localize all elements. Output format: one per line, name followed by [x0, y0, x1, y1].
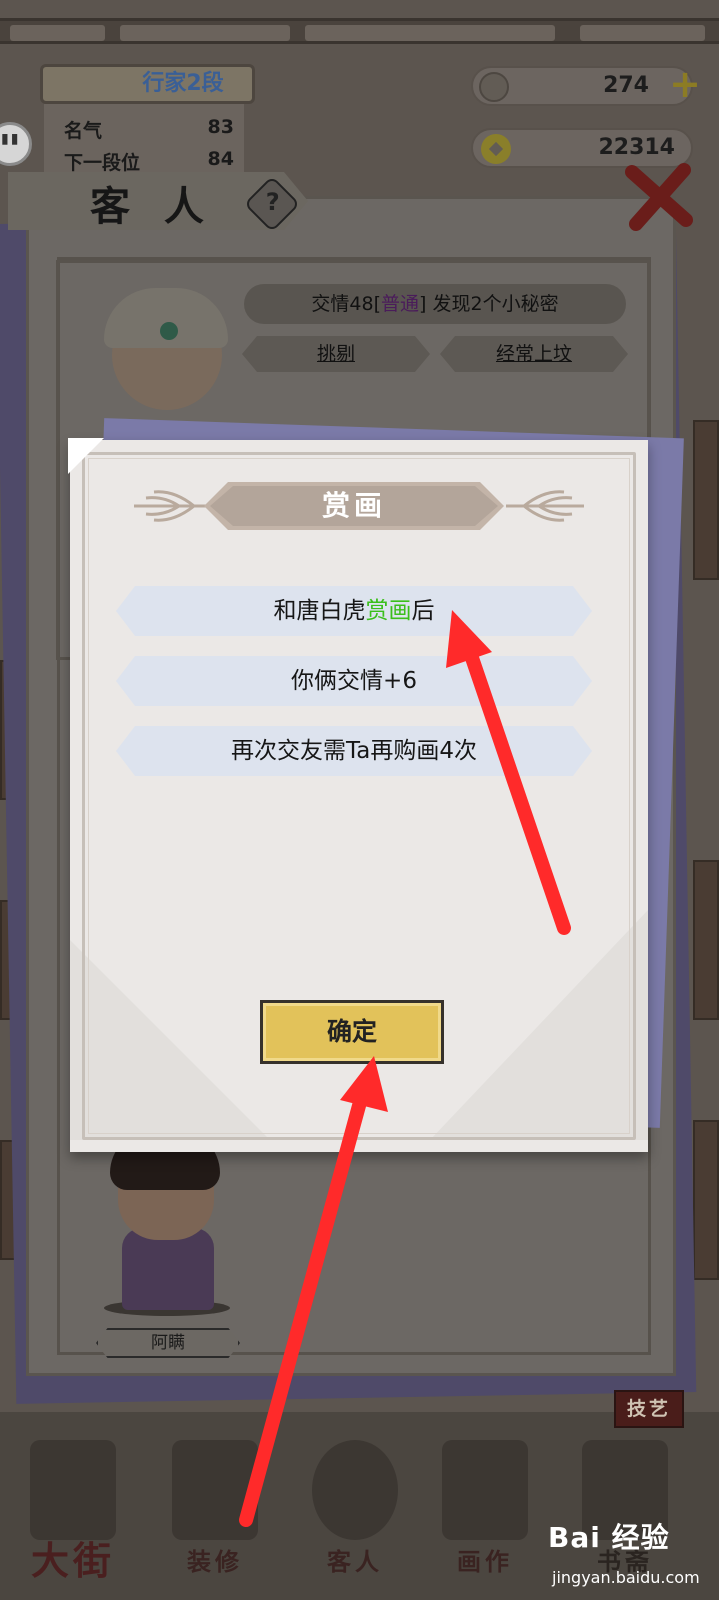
help-symbol: ? — [265, 187, 280, 216]
message-highlight: 赏画 — [365, 598, 412, 624]
guest-hat-gem — [160, 322, 178, 340]
guest-name-tag[interactable]: 阿瞒 — [96, 1328, 240, 1358]
friendship-prefix: 交情48[ — [311, 293, 382, 315]
right-shelf — [693, 420, 719, 580]
appreciate-painting-dialog: 赏画 和唐白虎赏画后 你俩交情+6 再次交友需Ta再购画4次 确定 — [68, 438, 648, 1152]
confirm-button[interactable]: 确定 — [260, 1000, 444, 1064]
nav-guests-label: 客人 — [327, 1548, 383, 1576]
jade-counter[interactable]: 274 + — [471, 64, 701, 106]
panel-title: 客 人 — [90, 184, 214, 230]
friendship-info: 交情48[普通] 发现2个小秘密 — [244, 284, 626, 324]
rarity-label: 普通 — [381, 293, 420, 315]
fame-value: 83 — [207, 116, 234, 138]
guest-body — [122, 1228, 214, 1310]
message-line: 你俩交情+6 — [116, 656, 592, 706]
friendship-suffix: ] 发现2个小秘密 — [419, 293, 559, 315]
watermark-brand: Bai 经验 — [548, 1521, 670, 1554]
jade-amount: 274 — [603, 73, 649, 98]
nav-decorate[interactable]: 装修 — [160, 1430, 270, 1590]
nav-decorate-label: 装修 — [187, 1548, 243, 1576]
nav-street-label: 大街 — [30, 1539, 115, 1583]
trait-grave-visit[interactable]: 经常上坟 — [440, 336, 628, 372]
rank-badge[interactable]: 行家2段 — [40, 64, 255, 104]
next-rank-value: 84 — [207, 148, 234, 170]
fame-label: 名气 — [64, 120, 103, 142]
next-rank-label: 下一段位 — [64, 152, 141, 174]
nav-guests[interactable]: 客人 — [300, 1430, 410, 1590]
baidu-watermark: Bai 经验 jingyan.baidu.com — [548, 1516, 718, 1600]
trait-picky[interactable]: 挑剔 — [242, 336, 430, 372]
close-icon[interactable] — [624, 162, 696, 234]
skill-tab[interactable]: 技艺 — [614, 1390, 684, 1428]
message-line: 再次交友需Ta再购画4次 — [116, 726, 592, 776]
message-line: 和唐白虎赏画后 — [116, 586, 592, 636]
message-suffix: 后 — [411, 598, 435, 624]
coin-amount: 22314 — [598, 135, 675, 160]
right-shelf — [693, 860, 719, 1020]
right-shelf — [693, 1120, 719, 1280]
nav-street[interactable]: 大街 — [18, 1430, 128, 1590]
watermark-url: jingyan.baidu.com — [552, 1568, 700, 1587]
dialog-title: 赏画 — [321, 489, 386, 522]
rank-label: 行家2段 — [142, 71, 224, 96]
street-icon — [30, 1440, 116, 1540]
ceiling-beam — [0, 18, 719, 44]
jade-icon — [479, 72, 509, 102]
nav-paintings[interactable]: 画作 — [430, 1430, 540, 1590]
nav-paintings-label: 画作 — [457, 1548, 513, 1576]
coin-icon — [481, 134, 511, 164]
plus-icon[interactable]: + — [669, 64, 701, 104]
right-flourish-icon — [506, 490, 584, 522]
decorate-icon — [172, 1440, 258, 1540]
fame-row: 名气 83 — [64, 116, 234, 146]
guests-icon — [312, 1440, 398, 1540]
left-flourish-icon — [134, 490, 212, 522]
message-prefix: 和唐白虎 — [273, 598, 366, 624]
paintings-icon — [442, 1440, 528, 1540]
